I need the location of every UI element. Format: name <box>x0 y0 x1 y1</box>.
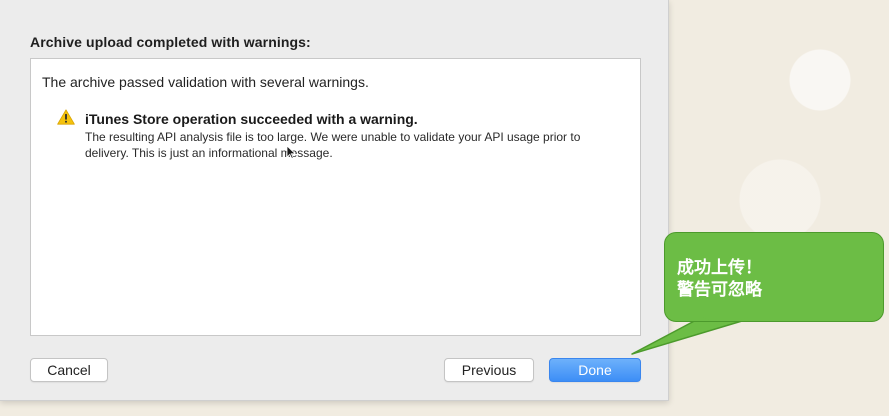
mouse-cursor-icon <box>286 145 296 159</box>
validation-summary: The archive passed validation with sever… <box>42 74 369 90</box>
warning-message: The resulting API analysis file is too l… <box>85 130 581 160</box>
results-panel: The archive passed validation with sever… <box>30 58 641 336</box>
warning-triangle-icon <box>57 109 75 125</box>
previous-button[interactable]: Previous <box>444 358 534 382</box>
warning-title: iTunes Store operation succeeded with a … <box>85 111 418 127</box>
annotation-callout: 成功上传！ 警告可忽略 <box>664 232 884 322</box>
sheet-title: Archive upload completed with warnings: <box>30 34 311 50</box>
cancel-button[interactable]: Cancel <box>30 358 108 382</box>
upload-result-sheet: Archive upload completed with warnings: … <box>0 0 669 401</box>
callout-text-line2: 警告可忽略 <box>677 280 762 299</box>
done-button[interactable]: Done <box>549 358 641 382</box>
